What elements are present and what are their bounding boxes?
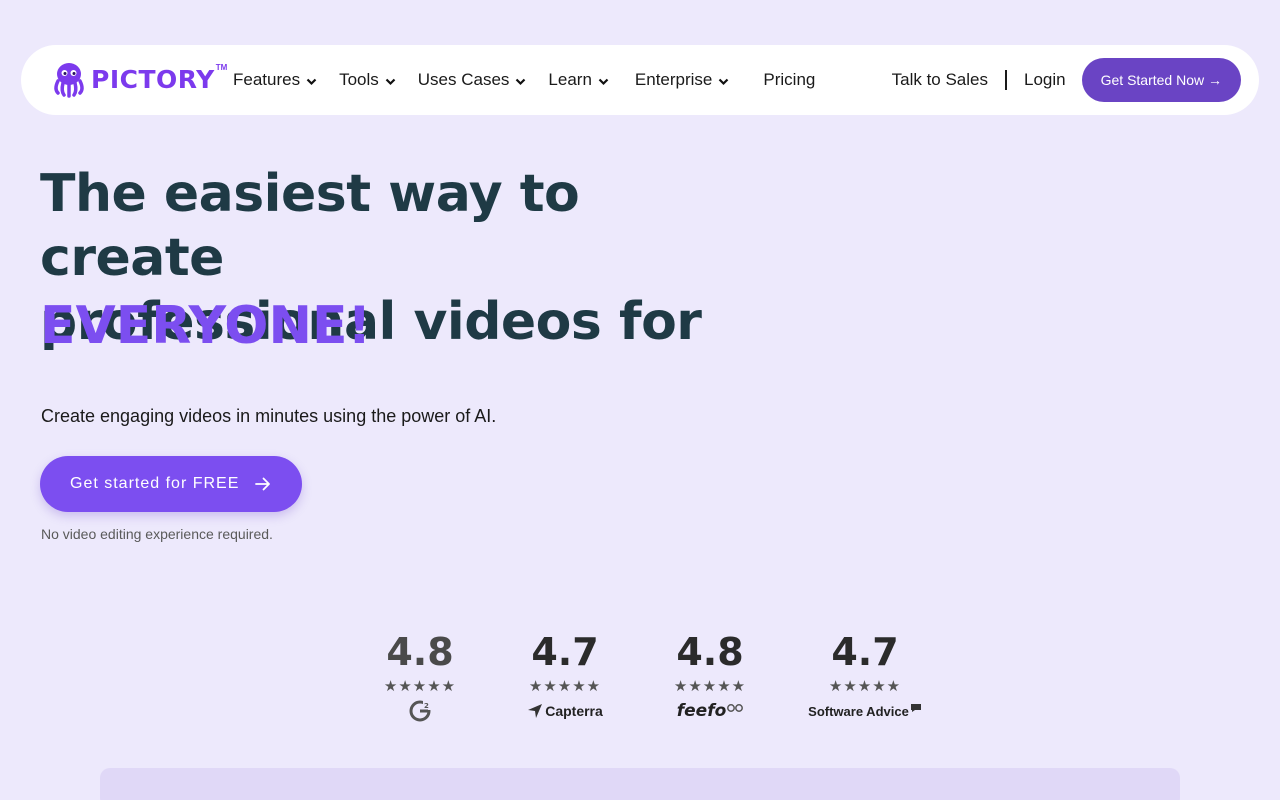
nav-item-enterprise[interactable]: Enterprise <box>635 70 729 90</box>
pictory-logo[interactable]: PICTORY TM <box>49 59 227 99</box>
hero-title-accent: EVERYONE! <box>40 296 372 356</box>
get-started-free-button[interactable]: Get started for FREE <box>40 456 302 512</box>
star-rating-icon: ★★★★★ <box>673 678 747 695</box>
hero-subtitle: Create engaging videos in minutes using … <box>41 406 497 426</box>
get-started-now-button[interactable]: Get Started Now → <box>1081 58 1241 102</box>
nav-item-label: Learn <box>548 70 592 89</box>
capterra-logo-icon: Capterra <box>505 700 625 722</box>
hero-title-line-1: The easiest way to create <box>40 164 580 288</box>
nav-item-pricing[interactable]: Pricing <box>763 70 815 90</box>
nav-item-features[interactable]: Features <box>233 70 317 90</box>
nav-divider <box>1005 70 1007 90</box>
nav-item-label: Enterprise <box>634 70 713 89</box>
rating-capterra: 4.7 ★★★★★ Capterra <box>505 630 625 722</box>
software-advice-brand-label: Software Advice <box>808 703 909 719</box>
nav-item-tools[interactable]: Tools <box>339 70 396 90</box>
logo-wordmark: PICTORY <box>91 64 215 94</box>
nav-actions: Talk to Sales Login Get Started Now → <box>892 45 1241 115</box>
nav-item-label: Features <box>233 70 301 89</box>
get-started-now-label: Get Started Now → <box>1100 72 1222 88</box>
nav-item-label: Uses Cases <box>417 70 510 89</box>
login-link[interactable]: Login <box>1024 70 1066 90</box>
main-menu: Features Tools Uses Cases Learn Enterpri… <box>233 45 837 115</box>
get-started-free-label: Get started for FREE <box>70 475 240 492</box>
logo-trademark: TM <box>215 62 228 72</box>
ratings-row: 4.8 ★★★★★ 2 4.7 ★★★★★ Capterra 4.8 ★★★★★… <box>360 630 960 730</box>
talk-to-sales-link[interactable]: Talk to Sales <box>892 70 988 90</box>
capterra-brand-label: Capterra <box>545 703 603 719</box>
hero-note: No video editing experience required. <box>41 526 273 542</box>
g2-logo-icon: 2 <box>360 700 480 722</box>
chevron-down-icon <box>718 78 729 86</box>
star-rating-icon: ★★★★★ <box>383 678 457 695</box>
rating-feefo: 4.8 ★★★★★ feefo <box>650 630 770 722</box>
feefo-brand-label: feefo <box>676 701 727 721</box>
arrow-right-icon <box>255 477 271 491</box>
star-rating-icon: ★★★★★ <box>528 678 602 695</box>
rating-score: 4.7 <box>531 630 599 674</box>
nav-item-label: Tools <box>339 70 379 89</box>
svg-text:2: 2 <box>424 702 429 710</box>
chevron-down-icon <box>515 78 526 86</box>
nav-item-label: Pricing <box>763 70 816 89</box>
rating-software-advice: 4.7 ★★★★★ Software Advice <box>800 630 930 722</box>
top-nav: PICTORY TM Features Tools Uses Cases Lea… <box>21 45 1259 115</box>
star-rating-icon: ★★★★★ <box>828 678 902 695</box>
rating-g2: 4.8 ★★★★★ 2 <box>360 630 480 722</box>
feefo-logo-icon: feefo <box>650 700 770 722</box>
chevron-down-icon <box>385 78 396 86</box>
octopus-logo-icon <box>54 63 84 98</box>
chevron-down-icon <box>598 78 609 86</box>
nav-item-learn[interactable]: Learn <box>548 70 609 90</box>
nav-item-use-cases[interactable]: Uses Cases <box>418 70 527 90</box>
rating-score: 4.8 <box>676 630 744 674</box>
rating-score: 4.8 <box>386 630 454 674</box>
software-advice-logo-icon: Software Advice <box>800 700 930 722</box>
video-preview-panel <box>100 768 1180 800</box>
rating-score: 4.7 <box>831 630 899 674</box>
chevron-down-icon <box>306 78 317 86</box>
